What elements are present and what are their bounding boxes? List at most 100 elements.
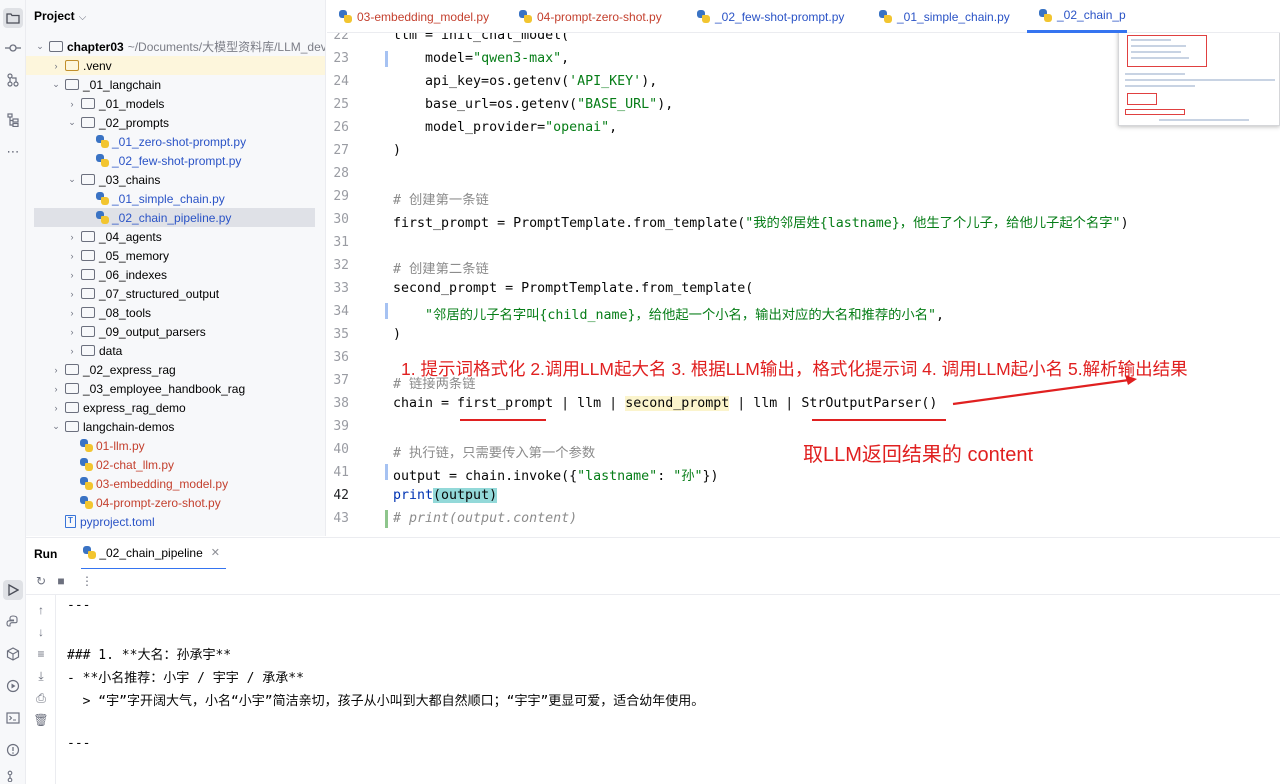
run-side-toolbar: ↑ ↓ ≡ ⤓ ⎙ 🗑 [26, 595, 56, 784]
rerun-icon[interactable]: ↻ [32, 574, 50, 588]
python-file-icon [519, 10, 532, 23]
chevron-down-icon[interactable]: ⌵ [79, 12, 87, 23]
image-preview-thumbnail[interactable] [1118, 33, 1280, 126]
scroll-to-end-icon[interactable]: ⤓ [32, 669, 50, 684]
more-tools-icon[interactable]: ⋯ [3, 142, 23, 162]
tree-item-04-agents[interactable]: › _04_agents [26, 227, 325, 246]
line-number: 30 [333, 212, 349, 227]
tree-item-simple-chain[interactable]: _01_simple_chain.py [26, 189, 325, 208]
close-icon[interactable]: ✕ [211, 546, 220, 559]
tree-item-venv[interactable]: › .venv [26, 56, 325, 75]
chevron-right-icon[interactable]: › [50, 365, 62, 375]
tree-item-label: express_rag_demo [83, 400, 186, 415]
tree-item-01-langchain[interactable]: ⌄ _01_langchain [26, 75, 325, 94]
line-number: 39 [333, 419, 349, 434]
services-icon[interactable] [3, 644, 23, 664]
run-tool-icon[interactable] [3, 580, 23, 600]
chevron-right-icon[interactable]: › [66, 232, 78, 242]
chevron-right-icon[interactable]: › [66, 289, 78, 299]
tree-item-01-models[interactable]: › _01_models [26, 94, 325, 113]
chevron-down-icon[interactable]: ⌄ [50, 421, 62, 432]
chevron-right-icon[interactable]: › [66, 270, 78, 280]
tree-item-07-structured-output[interactable]: › _07_structured_output [26, 284, 325, 303]
tree-item-data[interactable]: › data [26, 341, 325, 360]
tree-item-03-employee-handbook-rag[interactable]: › _03_employee_handbook_rag [26, 379, 325, 398]
tree-item-label: _02_prompts [99, 115, 170, 130]
tree-item-chain-pipeline[interactable]: _02_chain_pipeline.py [34, 208, 315, 227]
tree-item-02-express-rag[interactable]: › _02_express_rag [26, 360, 325, 379]
tree-item-few-shot-prompt[interactable]: _02_few-shot-prompt.py [26, 151, 325, 170]
chevron-down-icon[interactable]: ⌄ [34, 41, 46, 52]
tree-item-zero-shot-prompt[interactable]: _01_zero-shot-prompt.py [26, 132, 325, 151]
change-marker [385, 51, 388, 67]
chevron-down-icon[interactable]: ⌄ [50, 79, 62, 90]
soft-wrap-icon[interactable]: ≡ [32, 647, 50, 661]
code-comment: # print(output.content) [393, 511, 578, 526]
python-file-icon [879, 10, 892, 23]
tab-few-shot-prompt[interactable]: _02_few-shot-prompt.py [695, 0, 844, 33]
tree-item-02-prompts[interactable]: ⌄ _02_prompts [26, 113, 325, 132]
debug-icon[interactable] [3, 676, 23, 696]
tree-item-08-tools[interactable]: › _08_tools [26, 303, 325, 322]
code-line: first_prompt = PromptTemplate.from_templ… [393, 216, 1129, 231]
tree-item-chapter03[interactable]: ⌄ chapter03 ~/Documents/大模型资料库/LLM_dev/c [26, 37, 325, 56]
code-line: base_url=os.getenv("BASE_URL"), [393, 97, 674, 112]
line-number: 37 [333, 373, 349, 388]
run-tab-chain-pipeline[interactable]: _02_chain_pipeline ✕ [81, 538, 226, 570]
more-options-icon[interactable]: ⋮ [78, 574, 96, 588]
tree-item-pyproject[interactable]: Tpyproject.toml [26, 512, 325, 531]
tree-item-04-prompt-zero-shot[interactable]: 04-prompt-zero-shot.py [26, 493, 325, 512]
problems-icon[interactable] [3, 740, 23, 760]
tree-item-01-llm[interactable]: 01-llm.py [26, 436, 325, 455]
tree-item-label: _09_output_parsers [99, 324, 206, 339]
tool-window-strip: ⋯ [0, 0, 26, 784]
tab-simple-chain[interactable]: _01_simple_chain.py [877, 0, 1010, 33]
scroll-down-icon[interactable]: ↓ [32, 625, 50, 639]
trash-icon[interactable]: 🗑 [32, 713, 50, 727]
project-panel-header[interactable]: Project ⌵ [34, 9, 86, 23]
git-icon[interactable] [3, 766, 23, 784]
annotation-content-note: 取LLM返回结果的 content [803, 444, 1034, 466]
chevron-right-icon[interactable]: › [66, 308, 78, 318]
annotation-arrow [952, 375, 1137, 406]
commit-tool-icon[interactable] [3, 38, 23, 58]
scroll-up-icon[interactable]: ↑ [32, 603, 50, 617]
python-file-icon [697, 10, 710, 23]
terminal-icon[interactable] [3, 708, 23, 728]
tab-embedding-model[interactable]: 03-embedding_model.py [337, 0, 489, 33]
chevron-right-icon[interactable]: › [66, 251, 78, 261]
line-number: 36 [333, 350, 349, 365]
chevron-right-icon[interactable]: › [50, 61, 62, 71]
chevron-right-icon[interactable]: › [66, 327, 78, 337]
tree-item-02-chat-llm[interactable]: 02-chat_llm.py [26, 455, 325, 474]
addition-marker [385, 510, 388, 528]
tab-prompt-zero-shot[interactable]: 04-prompt-zero-shot.py [517, 0, 662, 33]
structure-tool-icon[interactable] [3, 110, 23, 130]
chevron-down-icon[interactable]: ⌄ [66, 174, 78, 185]
chevron-down-icon[interactable]: ⌄ [66, 117, 78, 128]
tree-item-06-indexes[interactable]: › _06_indexes [26, 265, 325, 284]
chevron-right-icon[interactable]: › [50, 403, 62, 413]
python-packages-icon[interactable] [3, 612, 23, 632]
project-tool-icon[interactable] [3, 8, 23, 28]
tab-chain-pipeline[interactable]: _02_chain_p [1027, 0, 1127, 33]
chevron-right-icon[interactable]: › [66, 346, 78, 356]
chevron-right-icon[interactable]: › [66, 99, 78, 109]
tree-item-05-memory[interactable]: › _05_memory [26, 246, 325, 265]
chevron-right-icon[interactable]: › [50, 384, 62, 394]
stop-icon[interactable]: ■ [52, 574, 70, 588]
folder-icon [81, 250, 95, 261]
tree-item-03-chains[interactable]: ⌄ _03_chains [26, 170, 325, 189]
run-console-output[interactable]: --- ### 1. **大名：孙承宇** - **小名推荐：小宇 / 宇宇 /… [56, 595, 1280, 784]
print-icon[interactable]: ⎙ [32, 691, 50, 706]
code-editor[interactable]: 22 23 24 25 26 27 28 29 30 31 32 33 34 3… [327, 33, 1280, 536]
tree-item-03-embedding-model[interactable]: 03-embedding_model.py [26, 474, 325, 493]
tree-item-langchain-demos[interactable]: ⌄ langchain-demos [26, 417, 325, 436]
pull-requests-icon[interactable] [3, 70, 23, 90]
folder-icon [81, 345, 95, 356]
line-number: 24 [333, 74, 349, 89]
annotation-underline [460, 419, 546, 421]
tree-item-express-rag-demo[interactable]: › express_rag_demo [26, 398, 325, 417]
tree-item-09-output-parsers[interactable]: › _09_output_parsers [26, 322, 325, 341]
tree-item-label: chapter03 [67, 39, 124, 54]
